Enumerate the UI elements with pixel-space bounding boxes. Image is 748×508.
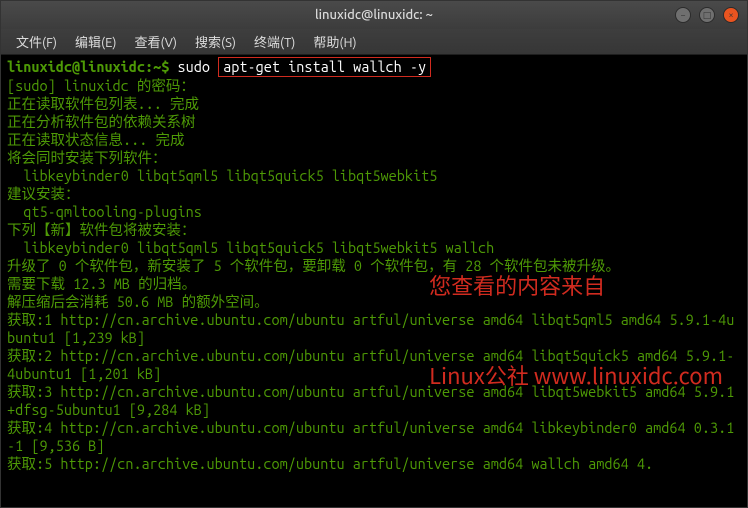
prompt-path: :~$ (145, 58, 169, 75)
cmd-text: apt-get install wallch -y (223, 58, 426, 75)
output-line: 获取:4 http://cn.archive.ubuntu.com/ubuntu… (7, 419, 734, 454)
titlebar[interactable]: linuxidc@linuxidc: ~ − □ × (1, 1, 747, 29)
cmd-sudo: sudo (178, 58, 210, 75)
output-line: [sudo] linuxidc 的密码： (7, 77, 195, 94)
output-line: 获取:5 http://cn.archive.ubuntu.com/ubuntu… (7, 455, 653, 472)
output-line: 正在分析软件包的依赖关系树 (7, 113, 252, 130)
window-controls: − □ × (675, 7, 739, 23)
menubar: 文件(F) 编辑(E) 查看(V) 搜索(S) 终端(T) 帮助(H) (1, 29, 747, 55)
window-title: linuxidc@linuxidc: ~ (315, 8, 433, 22)
close-button[interactable]: × (723, 7, 739, 23)
output-line: 建议安装： (7, 185, 80, 202)
menu-help[interactable]: 帮助(H) (304, 32, 365, 51)
output-line: libkeybinder0 libqt5qml5 libqt5quick5 li… (7, 239, 494, 256)
cmd-highlight-box: apt-get install wallch -y (218, 57, 431, 77)
output-line: qt5-qmltooling-plugins (7, 203, 202, 220)
menu-file[interactable]: 文件(F) (7, 32, 66, 51)
menu-view[interactable]: 查看(V) (126, 32, 186, 51)
menu-terminal[interactable]: 终端(T) (245, 32, 304, 51)
terminal-body[interactable]: linuxidc@linuxidc:~$ sudo apt-get instal… (1, 55, 747, 507)
menu-search[interactable]: 搜索(S) (186, 32, 245, 51)
output-line: 解压缩后会消耗 50.6 MB 的额外空间。 (7, 293, 269, 310)
output-line: 获取:1 http://cn.archive.ubuntu.com/ubuntu… (7, 311, 734, 346)
output-line: 获取:2 http://cn.archive.ubuntu.com/ubuntu… (7, 347, 734, 382)
output-line: libkeybinder0 libqt5qml5 libqt5quick5 li… (7, 167, 437, 184)
output-line: 正在读取软件包列表... 完成 (7, 95, 199, 112)
maximize-button[interactable]: □ (699, 7, 715, 23)
output-line: 将会同时安装下列软件： (7, 149, 167, 166)
menu-edit[interactable]: 编辑(E) (66, 32, 125, 51)
output-line: 获取:3 http://cn.archive.ubuntu.com/ubuntu… (7, 383, 734, 418)
output-line: 下列【新】软件包将被安装： (7, 221, 196, 238)
output-line: 升级了 0 个软件包，新安装了 5 个软件包，要卸载 0 个软件包，有 28 个… (7, 257, 620, 274)
output-line: 需要下载 12.3 MB 的归档。 (7, 275, 196, 292)
terminal-window: linuxidc@linuxidc: ~ − □ × 文件(F) 编辑(E) 查… (0, 0, 748, 508)
watermark-line1: 您查看的内容来自 (429, 270, 723, 300)
prompt-user-host: linuxidc@linuxidc (7, 58, 145, 75)
minimize-button[interactable]: − (675, 7, 691, 23)
output-line: 正在读取状态信息... 完成 (7, 131, 241, 148)
